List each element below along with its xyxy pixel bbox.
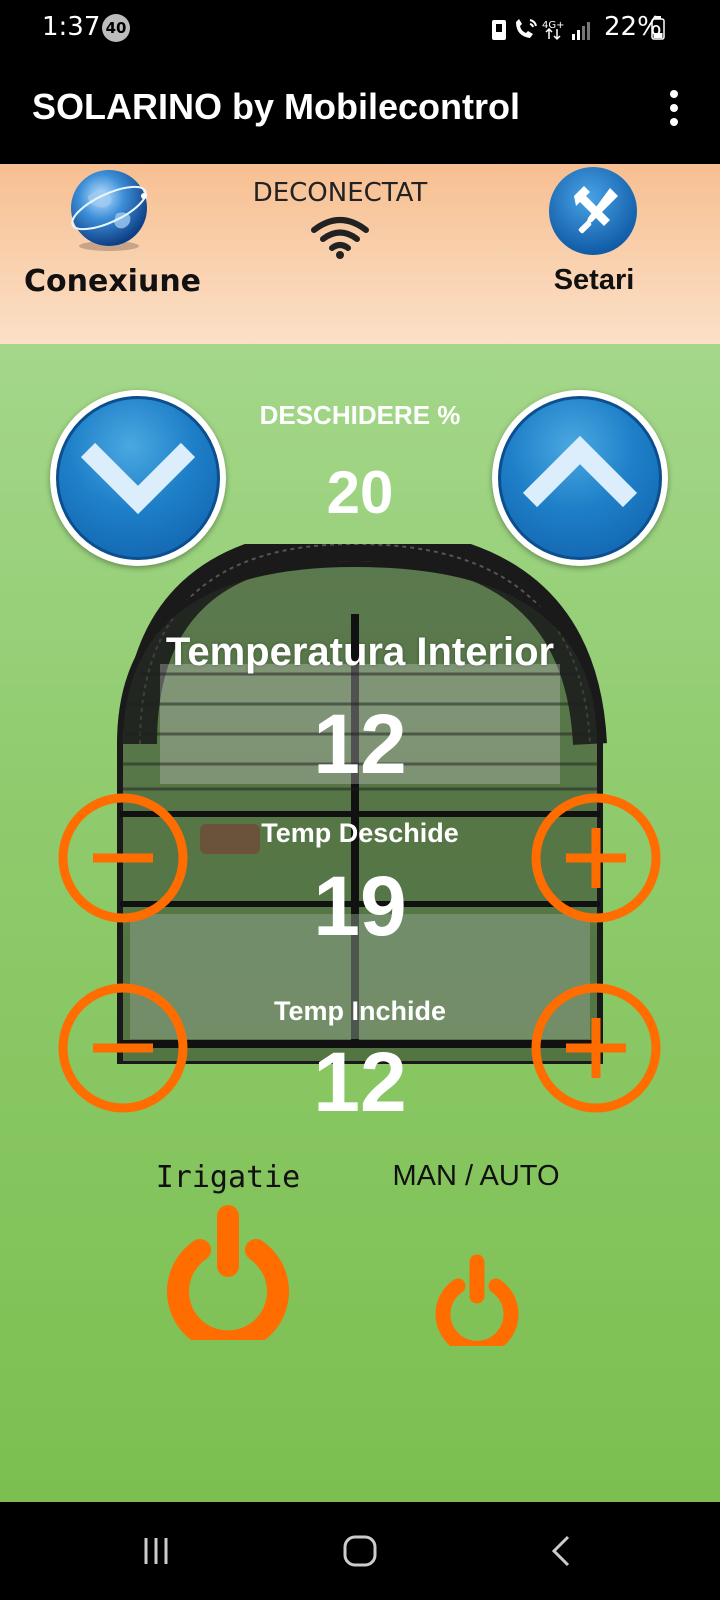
connection-label[interactable]: Conexiune (24, 264, 201, 299)
inside-temp-value: 12 (313, 697, 407, 791)
svg-text:4G+: 4G+ (542, 20, 565, 31)
status-time: 1:37 (42, 12, 101, 42)
opening-value: 20 (326, 459, 394, 526)
notification-badge: 40 (102, 14, 130, 42)
connection-status: DECONECTAT (252, 178, 428, 208)
close-temp-decrease-button[interactable] (55, 980, 191, 1116)
chevron-up-icon (522, 435, 638, 508)
settings-label[interactable]: Setari (530, 264, 658, 297)
close-temp-increase-button[interactable] (528, 980, 664, 1116)
home-icon[interactable] (340, 1534, 380, 1573)
status-icons: 4G+ (490, 16, 600, 49)
power-icon (167, 1205, 289, 1353)
main-panel: DESCHIDERE % 20 Temperatura Interior 12 … (0, 344, 720, 1502)
mode-label: MAN / AUTO (392, 1160, 560, 1192)
close-temp-label: Temp Inchide (273, 996, 447, 1026)
recents-icon[interactable] (140, 1534, 180, 1573)
irrigation-power-button[interactable] (158, 1200, 298, 1353)
chevron-down-icon (80, 442, 196, 515)
app-bar: SOLARINO by Mobilecontrol (0, 56, 720, 164)
inside-temp-label: Temperatura Interior (165, 630, 555, 674)
minus-icon (58, 793, 188, 923)
more-vert-icon[interactable] (664, 90, 684, 130)
app-title: SOLARINO by Mobilecontrol (32, 86, 521, 127)
mode-power-button[interactable] (430, 1252, 524, 1356)
open-temp-increase-button[interactable] (528, 790, 664, 926)
wifi-icon (310, 216, 370, 265)
settings-tools-icon[interactable] (548, 166, 638, 261)
power-icon (435, 1254, 519, 1356)
battery-icon (651, 16, 665, 40)
open-temp-label: Temp Deschide (261, 818, 459, 848)
system-nav-bar (0, 1502, 720, 1600)
opening-increase-button[interactable] (492, 390, 668, 566)
status-bar: 1:37 40 4G+ 22% (0, 0, 720, 56)
signal-icons: 4G+ (492, 19, 590, 41)
opening-label: DESCHIDERE % (259, 400, 461, 430)
plus-icon (531, 793, 661, 923)
back-icon[interactable] (546, 1534, 576, 1573)
open-temp-decrease-button[interactable] (55, 790, 191, 926)
opening-decrease-button[interactable] (50, 390, 226, 566)
open-temp-value: 19 (313, 859, 407, 953)
minus-icon (58, 983, 188, 1113)
globe-icon[interactable] (66, 166, 152, 257)
connection-panel: Conexiune DECONECTAT Setari (0, 164, 720, 344)
plus-icon (531, 983, 661, 1113)
close-temp-value: 12 (313, 1035, 407, 1129)
irrigation-label: Irigatie (155, 1160, 301, 1195)
